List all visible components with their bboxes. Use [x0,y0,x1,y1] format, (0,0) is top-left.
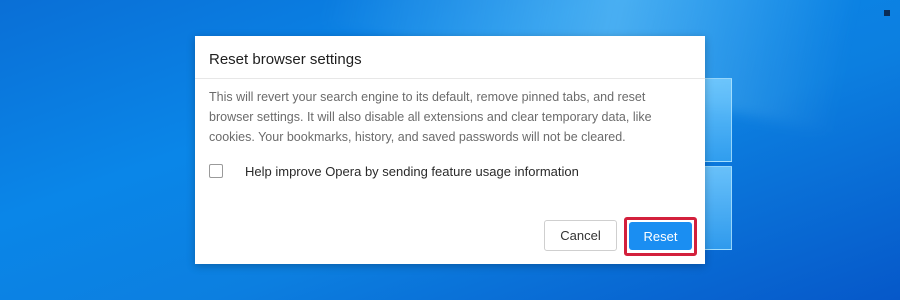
feature-usage-checkbox[interactable] [209,164,223,178]
feature-usage-option[interactable]: Help improve Opera by sending feature us… [209,161,579,181]
cancel-button[interactable]: Cancel [544,220,617,251]
dialog-title: Reset browser settings [209,51,362,68]
title-divider [195,78,705,79]
reset-button[interactable]: Reset [629,222,692,250]
dialog-description: This will revert your search engine to i… [209,90,652,144]
reset-settings-dialog: Reset browser settings This will revert … [195,36,705,264]
corner-marker [884,10,890,16]
desktop-background: Reset browser settings This will revert … [0,0,900,300]
feature-usage-label[interactable]: Help improve Opera by sending feature us… [245,164,579,179]
